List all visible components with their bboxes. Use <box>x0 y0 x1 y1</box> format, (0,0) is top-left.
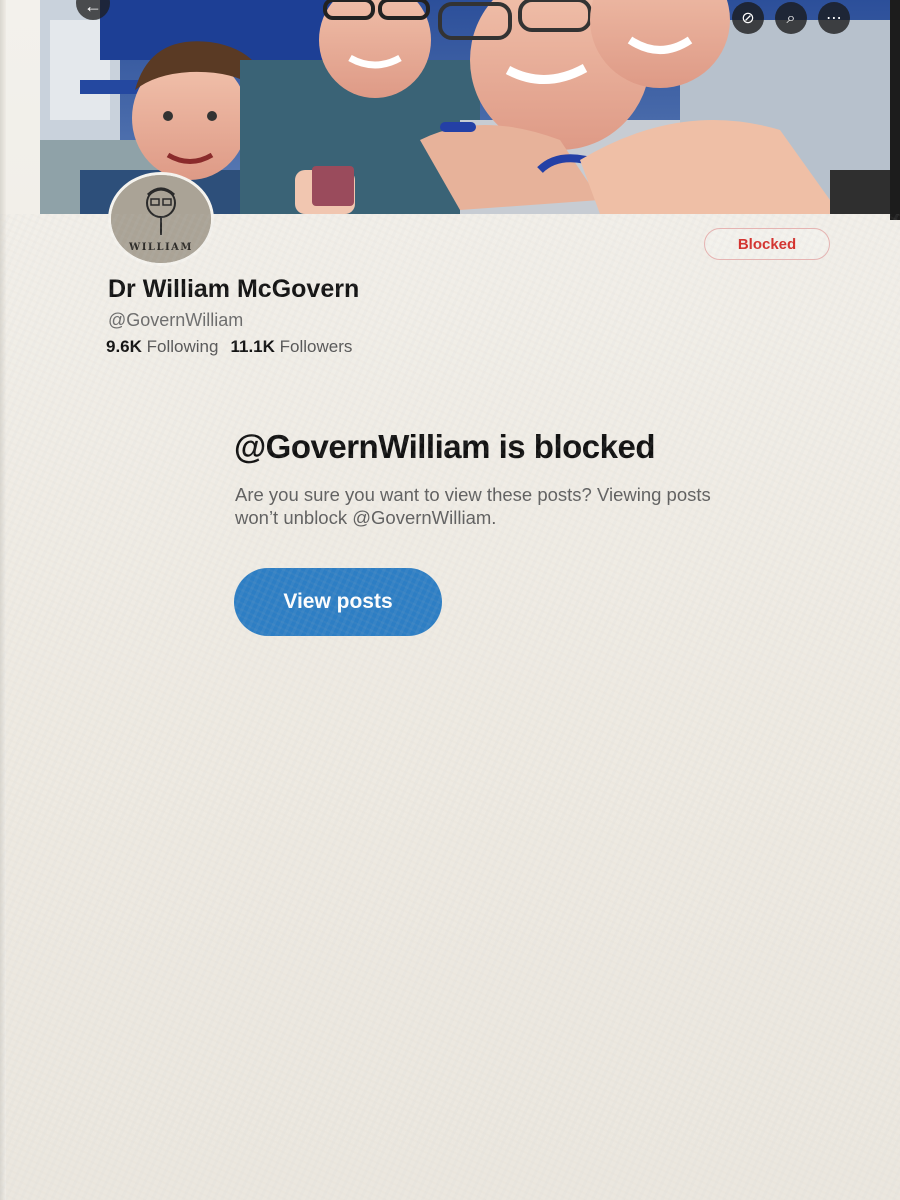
followers-count: 11.1K <box>230 337 275 356</box>
following-link[interactable]: 9.6K Following <box>106 337 218 356</box>
profile-stats: 9.6K Following 11.1K Followers <box>106 337 352 357</box>
blocked-notice-title: @GovernWilliam is blocked <box>234 428 656 465</box>
profile-avatar[interactable]: WILLIAM <box>108 172 214 266</box>
profile-screen: ← ⊘ ⌕ ⋯ WILLIAM Blocked Dr William McGov… <box>0 0 900 1200</box>
search-icon: ⌕ <box>786 8 796 27</box>
screen-left-edge <box>0 0 6 1200</box>
following-label: Following <box>146 337 219 356</box>
profile-handle: @GovernWilliam <box>108 310 244 330</box>
blocked-notice-body: Are you sure you want to view these post… <box>235 484 711 528</box>
view-posts-button[interactable]: View posts <box>234 568 442 636</box>
more-icon: ⋯ <box>826 8 842 27</box>
more-options-button[interactable]: ⋯ <box>818 2 850 34</box>
arrow-left-icon: ← <box>84 0 102 16</box>
grok-icon: ⊘ <box>741 8 755 27</box>
followers-label: Followers <box>279 337 353 356</box>
followers-link[interactable]: 11.1K Followers <box>230 337 352 356</box>
profile-display-name: Dr William McGovern <box>108 275 360 303</box>
screen-right-edge <box>890 0 900 220</box>
grok-button[interactable]: ⊘ <box>732 2 764 34</box>
blocked-button[interactable]: Blocked <box>704 228 830 260</box>
search-button[interactable]: ⌕ <box>775 2 807 34</box>
following-count: 9.6K <box>106 337 142 356</box>
avatar-caption: WILLIAM <box>129 242 193 253</box>
screen-moire-overlay <box>0 214 900 1200</box>
